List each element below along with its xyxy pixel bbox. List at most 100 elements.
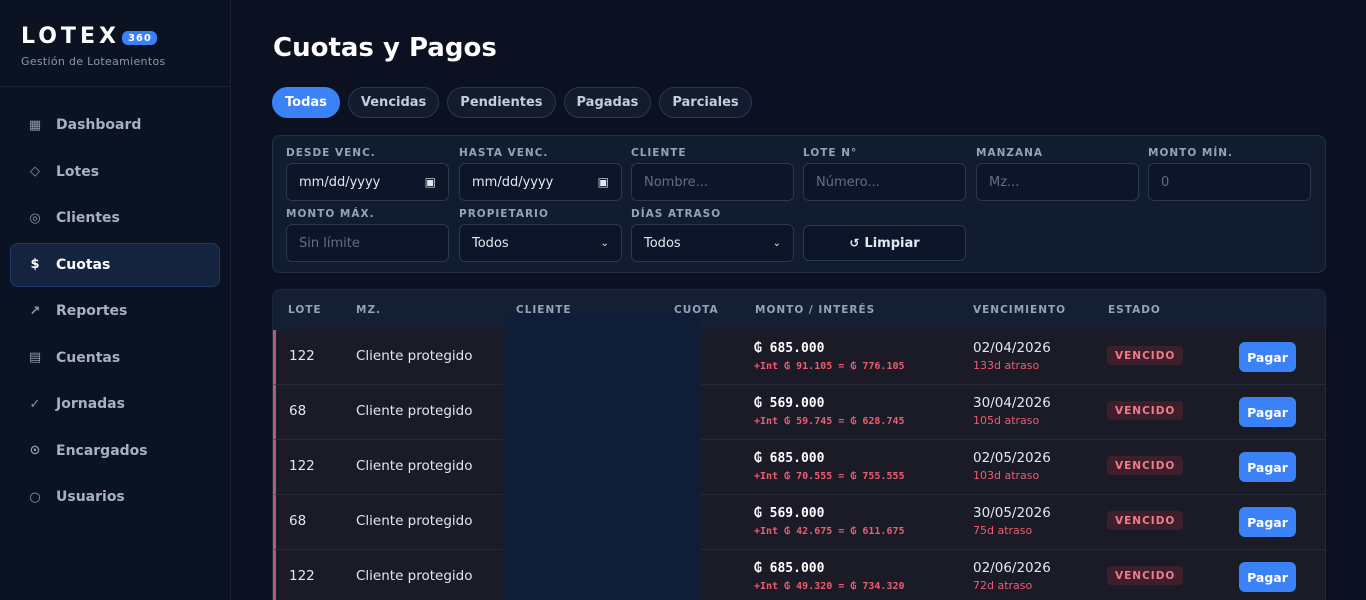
filter-label: DÍAS ATRASO (631, 208, 722, 220)
brand-logo[interactable]: LOTEX 360 (21, 24, 230, 49)
propietario-select[interactable]: Todos ⌄ (459, 224, 622, 262)
filter-cliente: CLIENTE Nombre... (631, 147, 794, 201)
sidebar: LOTEX 360 Gestión de Loteamientos ▦ Dashb… (0, 0, 231, 600)
sidebar-item-reportes[interactable]: ↗ Reportes (10, 289, 220, 333)
filter-label: CLIENTE (631, 147, 687, 159)
sidebar-item-usuarios[interactable]: ○ Usuarios (10, 475, 220, 519)
input-placeholder: Sin límite (299, 235, 360, 251)
atraso-days: 75d atraso (973, 524, 1033, 537)
cliente-search-input[interactable]: Nombre... (631, 163, 794, 201)
vencimiento-date: 30/05/2026 (973, 505, 1051, 521)
sidebar-item-label: Cuotas (56, 256, 111, 273)
monto-min-input[interactable]: 0 (1148, 163, 1311, 201)
sidebar-item-label: Encargados (56, 442, 148, 459)
mz-cell: Cliente protegido (356, 513, 473, 529)
chevron-down-icon: ⌄ (772, 237, 781, 249)
lote-cell: 122 (289, 458, 315, 474)
monto-value: ₲ 685.000 (754, 451, 825, 466)
brand-subtitle: Gestión de Loteamientos (21, 55, 166, 68)
filter-dias-atraso: DÍAS ATRASO Todos ⌄ (631, 208, 794, 262)
chevron-down-icon: ⌄ (600, 237, 609, 249)
mz-cell: Cliente protegido (356, 348, 473, 364)
status-badge: VENCIDO (1107, 511, 1184, 530)
date-value: mm/dd/yyyy (299, 174, 381, 190)
grid-icon: ▦ (28, 117, 42, 133)
tab-todas[interactable]: Todas (272, 87, 340, 118)
table-row[interactable]: 122 Cliente protegido ₲ 685.000 +Int ₲ 91.1… (273, 330, 1325, 385)
sidebar-item-cuentas[interactable]: ▤ Cuentas (10, 336, 220, 380)
sidebar-item-label: Usuarios (56, 489, 125, 505)
tab-pendientes[interactable]: Pendientes (447, 87, 556, 118)
dias-atraso-select[interactable]: Todos ⌄ (631, 224, 794, 262)
filter-lote: LOTE N° Número... (803, 147, 966, 201)
filter-monto-max: MONTO MÁX. Sin límite (286, 208, 449, 262)
table-row[interactable]: 122 Cliente protegido ₲ 685.000 +Int ₲ 70.5… (273, 440, 1325, 495)
interes-value: +Int ₲ 91.105 = ₲ 776.105 (754, 361, 905, 372)
filters-panel: DESDE VENC. mm/dd/yyyy ▣ HASTA VENC. mm/… (272, 135, 1326, 273)
date-value: mm/dd/yyyy (472, 174, 554, 190)
status-badge: VENCIDO (1107, 456, 1184, 475)
interes-value: +Int ₲ 70.555 = ₲ 755.555 (754, 471, 905, 482)
cuotas-table: LOTE MZ. CLIENTE CUOTA MONTO / INTERÉS V… (272, 289, 1326, 600)
column-header-estado[interactable]: ESTADO (1108, 304, 1161, 316)
input-placeholder: Número... (816, 174, 880, 190)
sidebar-item-cuotas[interactable]: $ Cuotas (10, 242, 220, 287)
hasta-venc-date-input[interactable]: mm/dd/yyyy ▣ (459, 163, 622, 201)
filter-label: MANZANA (976, 147, 1044, 159)
pagar-button[interactable]: Pagar (1239, 397, 1296, 427)
monto-value: ₲ 685.000 (754, 561, 825, 576)
pagar-button[interactable]: Pagar (1239, 452, 1296, 482)
sidebar-item-label: Dashboard (56, 117, 142, 133)
filter-label: DESDE VENC. (286, 147, 376, 159)
clear-button-label: Limpiar (864, 235, 920, 251)
status-badge: VENCIDO (1107, 566, 1184, 585)
filter-label: HASTA VENC. (459, 147, 549, 159)
pagar-button[interactable]: Pagar (1239, 562, 1296, 592)
dollar-icon: $ (30, 257, 40, 272)
vencimiento-date: 02/06/2026 (973, 560, 1051, 576)
column-header-lote[interactable]: LOTE (288, 304, 322, 316)
sidebar-item-lotes[interactable]: ◇ Lotes (10, 150, 220, 194)
select-value: Todos (472, 235, 509, 251)
desde-venc-date-input[interactable]: mm/dd/yyyy ▣ (286, 163, 449, 201)
interes-value: +Int ₲ 42.675 = ₲ 611.675 (754, 526, 905, 537)
sidebar-item-clientes[interactable]: ◎ Clientes (10, 196, 220, 240)
pagar-button[interactable]: Pagar (1239, 507, 1296, 537)
clear-filters-button[interactable]: ↺ Limpiar (803, 225, 966, 261)
tab-parciales[interactable]: Parciales (659, 87, 752, 118)
atraso-days: 105d atraso (973, 414, 1040, 427)
filter-monto-min: MONTO MÍN. 0 (1148, 147, 1311, 201)
calendar-icon[interactable]: ▣ (598, 175, 609, 189)
sidebar-item-dashboard[interactable]: ▦ Dashboard (10, 103, 220, 147)
column-header-mz[interactable]: MZ. (356, 304, 381, 316)
atraso-days: 133d atraso (973, 359, 1040, 372)
lote-number-input[interactable]: Número... (803, 163, 966, 201)
pagar-button[interactable]: Pagar (1239, 342, 1296, 372)
sidebar-item-label: Reportes (56, 303, 128, 319)
atraso-days: 72d atraso (973, 579, 1033, 592)
interes-value: +Int ₲ 59.745 = ₲ 628.745 (754, 416, 905, 427)
sidebar-nav: ▦ Dashboard ◇ Lotes ◎ Clientes $ Cuotas ↗ Reporte… (0, 87, 230, 519)
lote-cell: 122 (289, 348, 315, 364)
monto-value: ₲ 569.000 (754, 396, 825, 411)
sidebar-item-label: Clientes (56, 210, 120, 226)
filter-manzana: MANZANA Mz... (976, 147, 1139, 201)
manzana-input[interactable]: Mz... (976, 163, 1139, 201)
sidebar-item-jornadas[interactable]: ✓ Jornadas (10, 382, 220, 426)
target-icon: ◎ (29, 210, 41, 226)
table-row[interactable]: 68 Cliente protegido ₲ 569.000 +Int ₲ 59.74… (273, 385, 1325, 440)
tab-vencidas[interactable]: Vencidas (347, 87, 440, 118)
filter-tabs: Todas Vencidas Pendientes Pagadas Parciales (272, 87, 760, 118)
monto-max-input[interactable]: Sin límite (286, 224, 449, 262)
sidebar-item-encargados[interactable]: ⊙ Encargados (10, 429, 220, 473)
table-row[interactable]: 68 Cliente protegido ₲ 569.000 +Int ₲ 42.67… (273, 495, 1325, 550)
table-row[interactable]: 122 Cliente protegido ₲ 685.000 +Int ₲ 49.3… (273, 550, 1325, 600)
calendar-icon[interactable]: ▣ (425, 175, 436, 189)
vencimiento-date: 02/05/2026 (973, 450, 1051, 466)
redacted-cliente-column (503, 313, 701, 600)
brand-name: LOTEX (21, 24, 120, 49)
column-header-monto[interactable]: MONTO / INTERÉS (755, 304, 875, 316)
ledger-icon: ▤ (28, 350, 42, 365)
column-header-vencimiento[interactable]: VENCIMIENTO (973, 304, 1066, 316)
tab-pagadas[interactable]: Pagadas (563, 87, 652, 118)
